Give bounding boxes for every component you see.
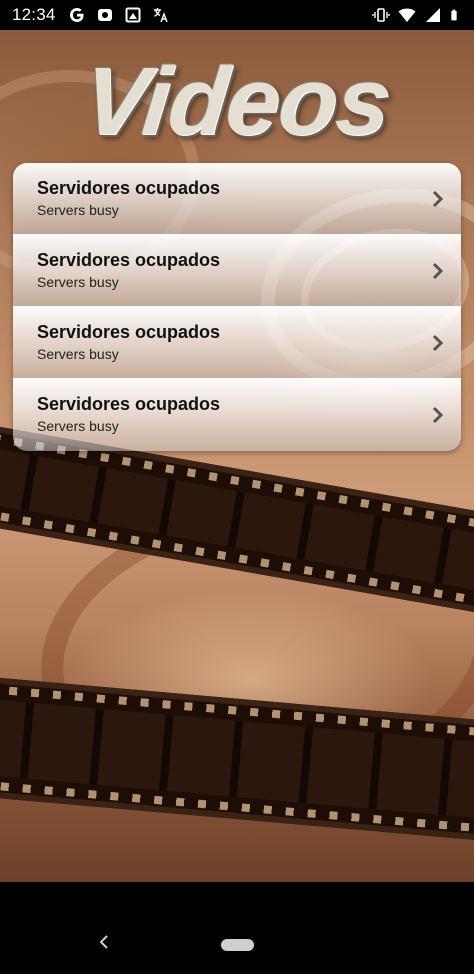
translate-icon xyxy=(153,8,168,23)
list-item[interactable]: Servidores ocupados Servers busy xyxy=(13,307,461,379)
chevron-right-icon xyxy=(432,262,444,280)
battery-icon xyxy=(451,9,457,21)
navigation-bar xyxy=(0,882,474,974)
status-time: 12:34 xyxy=(12,5,56,24)
item-subtitle: Servers busy xyxy=(37,202,119,218)
item-title: Servidores ocupados xyxy=(37,178,221,198)
chevron-right-icon xyxy=(432,334,444,352)
home-pill[interactable] xyxy=(221,939,254,951)
system-icons xyxy=(372,6,462,24)
vibrate-icon xyxy=(372,8,390,22)
screen: 12:34 Videos Servidores ocupados Servers… xyxy=(0,0,474,974)
title-banner: Videos xyxy=(24,42,450,162)
signal-icon xyxy=(426,8,440,22)
item-title: Servidores ocupados xyxy=(37,394,221,414)
list-item[interactable]: Servidores ocupados Servers busy xyxy=(13,235,461,307)
media-icon xyxy=(97,9,112,21)
status-bar: 12:34 xyxy=(0,0,474,30)
item-subtitle: Servers busy xyxy=(37,346,119,362)
chevron-right-icon xyxy=(432,190,444,208)
screenshot-icon xyxy=(125,7,141,23)
page-title: Videos xyxy=(78,48,396,155)
list-item[interactable]: Servidores ocupados Servers busy xyxy=(13,163,461,235)
google-icon xyxy=(69,8,84,22)
item-title: Servidores ocupados xyxy=(37,250,221,270)
list-item[interactable]: Servidores ocupados Servers busy xyxy=(13,379,461,451)
item-title: Servidores ocupados xyxy=(37,322,221,342)
wifi-icon xyxy=(398,8,416,22)
back-icon[interactable] xyxy=(96,934,112,950)
notification-icons xyxy=(68,6,170,24)
item-subtitle: Servers busy xyxy=(37,274,119,290)
app-content: Videos Servidores ocupados Servers busy … xyxy=(0,30,474,882)
server-list: Servidores ocupados Servers busy Servido… xyxy=(13,163,461,451)
chevron-right-icon xyxy=(432,406,444,424)
item-subtitle: Servers busy xyxy=(37,418,119,434)
